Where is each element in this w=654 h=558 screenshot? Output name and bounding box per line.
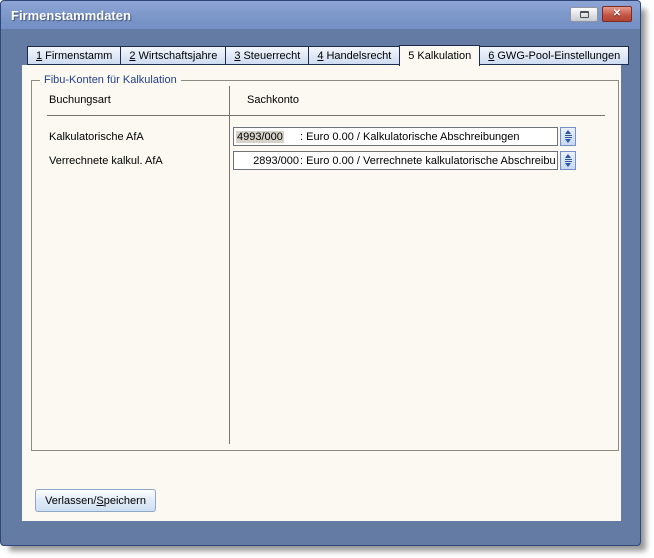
restore-icon (580, 11, 589, 18)
spin-up-down-icon[interactable] (560, 151, 576, 170)
close-button[interactable]: ✕ (602, 6, 632, 22)
groupbox-fibu-konten: Fibu-Konten für Kalkulation Buchungsart … (31, 80, 619, 451)
header-separator (47, 115, 605, 116)
account-description: : Euro 0.00 / Verrechnete kalkulatorisch… (300, 155, 555, 167)
combo-field-verrechnete-kalkul-afa[interactable]: 2893/000 : Euro 0.00 / Verrechnete kalku… (233, 151, 558, 170)
groupbox-legend: Fibu-Konten für Kalkulation (40, 74, 181, 86)
column-divider (229, 86, 230, 444)
column-header-sachkonto: Sachkonto (247, 94, 299, 106)
tab-bar: 1Firmenstamm 2Wirtschaftsjahre 3Steuerre… (27, 45, 621, 65)
account-description: : Euro 0.00 / Kalkulatorische Abschreibu… (300, 131, 555, 143)
column-header-buchungsart: Buchungsart (49, 94, 111, 106)
tab-page-kalkulation: Fibu-Konten für Kalkulation Buchungsart … (22, 65, 621, 521)
tab-3-steuerrecht[interactable]: 3Steuerrecht (225, 46, 309, 65)
tab-5-kalkulation[interactable]: 5Kalkulation (399, 45, 480, 66)
titlebar[interactable]: Firmenstammdaten ✕ (1, 1, 640, 29)
tab-6-gwg-pool-einstellungen[interactable]: 6GWG-Pool-Einstellungen (479, 46, 629, 65)
account-number: 2893/000 (252, 155, 300, 167)
tab-4-handelsrecht[interactable]: 4Handelsrecht (308, 46, 400, 65)
account-number-selected: 4993/000 (236, 131, 284, 143)
combo-verrechnete-kalkul-afa[interactable]: 2893/000 : Euro 0.00 / Verrechnete kalku… (233, 151, 576, 170)
row-label-kalkulatorische-afa: Kalkulatorische AfA (49, 131, 144, 143)
verlassen-speichern-button[interactable]: Verlassen/Speichern (35, 489, 156, 512)
tab-2-wirtschaftsjahre[interactable]: 2Wirtschaftsjahre (120, 46, 226, 65)
window-title: Firmenstammdaten (11, 8, 131, 23)
combo-kalkulatorische-afa[interactable]: 4993/000 : Euro 0.00 / Kalkulatorische A… (233, 127, 576, 146)
window-controls: ✕ (570, 6, 632, 22)
spin-up-down-icon[interactable] (560, 127, 576, 146)
restore-button[interactable] (570, 7, 598, 22)
close-icon: ✕ (613, 9, 621, 19)
window-body: 1Firmenstamm 2Wirtschaftsjahre 3Steuerre… (1, 29, 640, 545)
desktop: Firmenstammdaten ✕ 1Firmenstamm 2Wirtsch… (0, 0, 654, 558)
firmenstammdaten-window: Firmenstammdaten ✕ 1Firmenstamm 2Wirtsch… (0, 0, 641, 546)
row-label-verrechnete-kalkul-afa: Verrechnete kalkul. AfA (49, 155, 163, 167)
combo-field-kalkulatorische-afa[interactable]: 4993/000 : Euro 0.00 / Kalkulatorische A… (233, 127, 558, 146)
tab-1-firmenstamm[interactable]: 1Firmenstamm (27, 46, 121, 65)
